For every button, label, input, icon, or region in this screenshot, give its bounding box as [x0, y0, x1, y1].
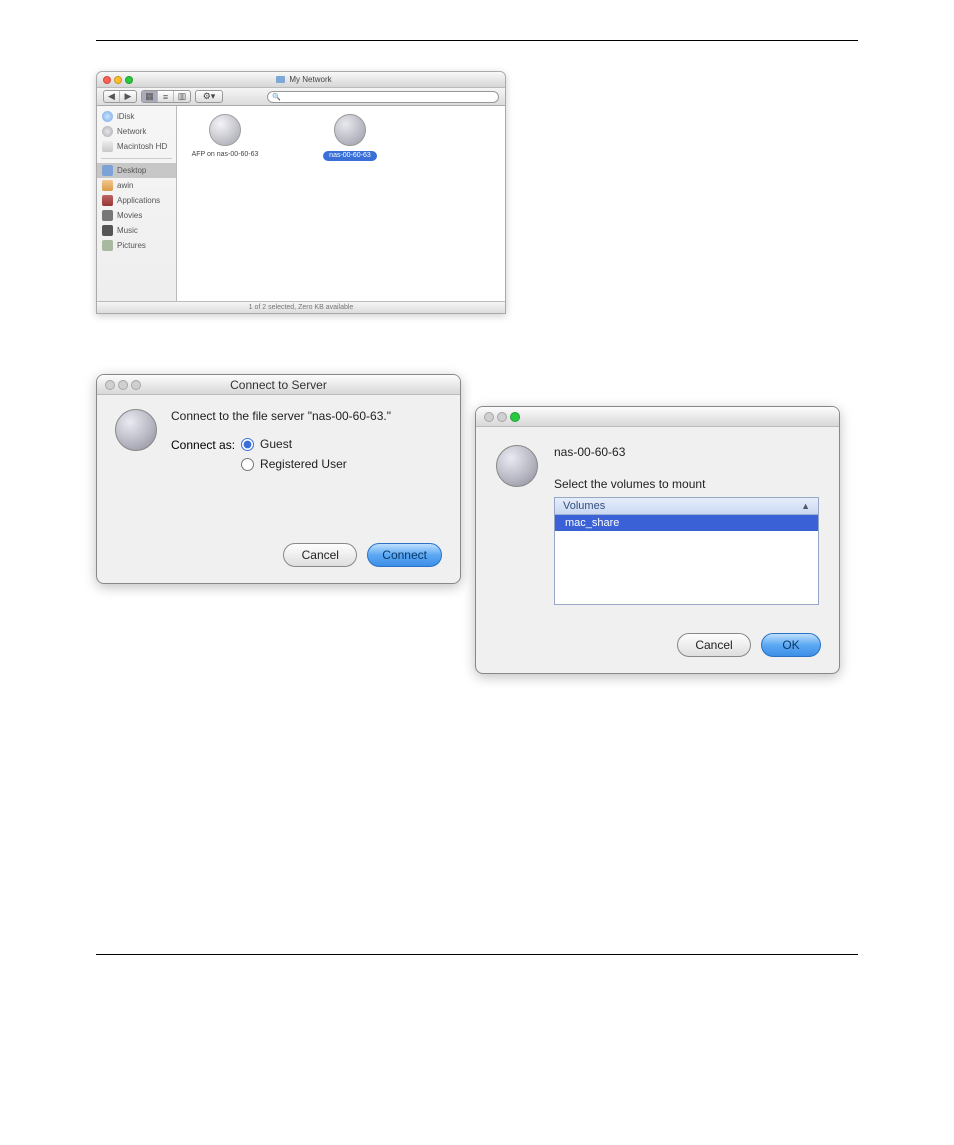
sidebar-item-desktop[interactable]: Desktop: [97, 163, 176, 178]
server-item-selected[interactable]: nas-00-60-63: [310, 114, 390, 161]
server-item[interactable]: AFP on nas-00-60-63: [185, 114, 265, 159]
folder-icon: [276, 76, 285, 83]
close-icon[interactable]: [103, 76, 111, 84]
sidebar-item-network[interactable]: Network: [97, 124, 176, 139]
finder-sidebar: iDisk Network Macintosh HD Desktop awin …: [97, 106, 177, 301]
sort-indicator-icon: ▲: [801, 501, 810, 511]
sidebar-item-hd[interactable]: Macintosh HD: [97, 139, 176, 154]
finder-titlebar: My Network: [97, 72, 505, 88]
radio-guest-input[interactable]: [241, 438, 254, 451]
sidebar-item-applications[interactable]: Applications: [97, 193, 176, 208]
pictures-icon: [102, 240, 113, 251]
radio-registered-input[interactable]: [241, 458, 254, 471]
view-buttons[interactable]: ▦ ≡ ▥: [141, 90, 191, 103]
close-icon[interactable]: [484, 412, 494, 422]
sidebar-item-pictures[interactable]: Pictures: [97, 238, 176, 253]
minimize-icon: [497, 412, 507, 422]
dialog-titlebar: Connect to Server: [97, 375, 460, 395]
idisk-icon: [102, 111, 113, 122]
finder-toolbar: ◀ ▶ ▦ ≡ ▥ ⚙▾ 🔍: [97, 88, 505, 106]
radio-guest[interactable]: Guest: [241, 437, 347, 451]
volumes-column-header[interactable]: Volumes ▲: [555, 498, 818, 515]
music-icon: [102, 225, 113, 236]
sidebar-item-music[interactable]: Music: [97, 223, 176, 238]
home-icon: [102, 180, 113, 191]
server-globe-icon: [209, 114, 241, 146]
search-icon: 🔍: [272, 93, 281, 101]
forward-icon[interactable]: ▶: [120, 91, 136, 102]
cancel-button[interactable]: Cancel: [677, 633, 751, 657]
connect-button[interactable]: Connect: [367, 543, 442, 567]
ok-button[interactable]: OK: [761, 633, 821, 657]
finder-status-bar: 1 of 2 selected, Zero KB available: [97, 301, 505, 313]
dialog-titlebar: [476, 407, 839, 427]
desktop-icon: [102, 165, 113, 176]
server-name: nas-00-60-63: [554, 445, 819, 459]
server-item-label: nas-00-60-63: [323, 151, 377, 161]
connect-prompt: Connect to the file server "nas-00-60-63…: [171, 409, 391, 423]
nav-buttons[interactable]: ◀ ▶: [103, 90, 137, 103]
cancel-button[interactable]: Cancel: [283, 543, 357, 567]
list-view-icon[interactable]: ≡: [158, 91, 174, 102]
server-icon: [496, 445, 538, 605]
column-view-icon[interactable]: ▥: [174, 91, 190, 102]
action-menu[interactable]: ⚙▾: [195, 90, 223, 103]
close-icon[interactable]: [105, 380, 115, 390]
back-icon[interactable]: ◀: [104, 91, 120, 102]
volume-item[interactable]: mac_share: [555, 515, 818, 531]
connect-as-label: Connect as:: [171, 438, 235, 452]
sidebar-item-movies[interactable]: Movies: [97, 208, 176, 223]
zoom-icon[interactable]: [125, 76, 133, 84]
window-title: My Network: [133, 75, 475, 84]
applications-icon: [102, 195, 113, 206]
zoom-icon: [131, 380, 141, 390]
volumes-instruction: Select the volumes to mount: [554, 477, 819, 491]
movies-icon: [102, 210, 113, 221]
search-input[interactable]: 🔍: [267, 91, 499, 103]
connect-to-server-dialog: Connect to Server Connect to the file se…: [96, 374, 461, 584]
volumes-list[interactable]: Volumes ▲ mac_share: [554, 497, 819, 605]
hd-icon: [102, 141, 113, 152]
minimize-icon[interactable]: [114, 76, 122, 84]
server-item-label: AFP on nas-00-60-63: [192, 151, 259, 159]
network-icon: [102, 126, 113, 137]
dialog-title: Connect to Server: [141, 378, 416, 392]
finder-window: My Network ◀ ▶ ▦ ≡ ▥ ⚙▾ 🔍 iDisk Network: [96, 71, 506, 314]
select-volumes-dialog: nas-00-60-63 Select the volumes to mount…: [475, 406, 840, 674]
server-icon: [115, 409, 157, 477]
zoom-icon[interactable]: [510, 412, 520, 422]
radio-registered[interactable]: Registered User: [241, 457, 347, 471]
sidebar-item-idisk[interactable]: iDisk: [97, 109, 176, 124]
sidebar-item-home[interactable]: awin: [97, 178, 176, 193]
server-globe-icon: [334, 114, 366, 146]
window-title-text: My Network: [289, 75, 331, 84]
icon-view-icon[interactable]: ▦: [142, 91, 158, 102]
minimize-icon: [118, 380, 128, 390]
finder-content[interactable]: AFP on nas-00-60-63 nas-00-60-63: [177, 106, 505, 301]
